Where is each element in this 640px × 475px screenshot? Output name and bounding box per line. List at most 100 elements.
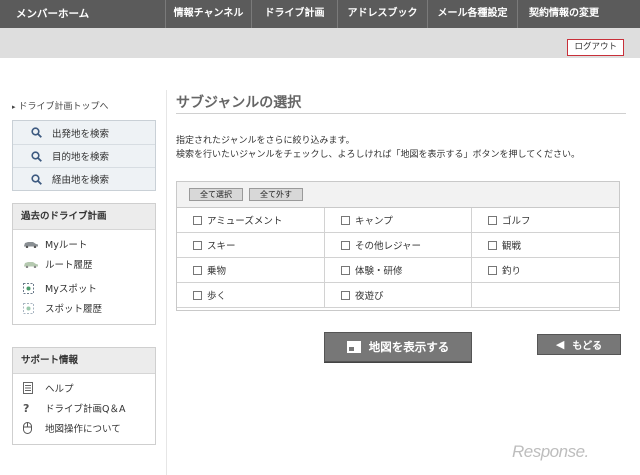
my-route-label: Myルート [45,240,88,251]
drive-plan-top-label: ドライブ計画トップへ [18,102,109,112]
map-operation-link[interactable]: 地図操作について [23,418,155,438]
document-icon [23,382,45,394]
my-route-link[interactable]: Myルート [23,234,155,254]
search-icon [31,173,42,185]
genre-option[interactable]: 観戦 [472,233,619,258]
genre-label: 体験・研修 [355,266,403,277]
checkbox[interactable] [488,265,497,275]
my-spot-link[interactable]: Myスポット [23,278,155,298]
genre-label: その他レジャー [355,241,422,252]
sub-bar: ログアウト [0,28,640,58]
route-history-link[interactable]: ルート履歴 [23,254,155,274]
arrow-right-icon: ▸ [12,103,16,111]
my-spot-label: Myスポット [45,284,97,295]
description: 指定されたジャンルをさらに絞り込みます。 検索を行いたいジャンルをチェックし、よ… [176,134,626,162]
spot-history-link[interactable]: スポット履歴 [23,298,155,318]
genre-grid: アミューズメント キャンプ ゴルフ スキー その他レジャー 観戦 乗物 体験・研… [177,208,619,308]
history-title: 過去のドライブ計画 [13,204,155,230]
map-operation-label: 地図操作について [45,424,121,435]
arrow-left-icon: ◀ [555,338,565,351]
genre-selection-box: 全て選択 全て外す アミューズメント キャンプ ゴルフ スキー その他レジャー … [176,181,620,311]
description-line-2: 検索を行いたいジャンルをチェックし、よろしければ「地図を表示する」ボタンを押して… [176,150,581,160]
map-icon [346,341,361,353]
genre-label: 夜遊び [355,291,384,302]
car-icon [23,240,45,248]
checkbox[interactable] [341,240,350,250]
car-icon [23,260,45,268]
checkbox[interactable] [488,240,497,250]
description-line-1: 指定されたジャンルをさらに絞り込みます。 [176,136,355,146]
search-departure-label: 出発地を検索 [52,128,110,140]
genre-label: スキー [207,241,236,252]
checkbox[interactable] [193,290,202,300]
show-map-label: 地図を表示する [368,340,450,354]
sidebar: ▸ ドライブ計画トップへ 出発地を検索 目的地を検索 経由地を検索 過去のドライブ… [12,98,156,445]
spot-icon [23,282,45,294]
spot-history-label: スポット履歴 [45,304,103,315]
nav-address-book[interactable]: アドレスブック [338,0,428,28]
genre-label: 乗物 [207,266,227,277]
genre-option[interactable]: 釣り [472,258,619,283]
checkbox[interactable] [193,265,202,275]
genre-label: 観戦 [502,241,522,252]
selection-toolbar: 全て選択 全て外す [177,182,619,208]
history-panel: 過去のドライブ計画 Myルート ルート履歴 Myスポット スポット履歴 [12,203,156,325]
spot-icon [23,302,45,314]
search-icon [31,127,42,138]
back-label: もどる [572,341,603,352]
mouse-icon [23,422,45,434]
genre-option[interactable]: その他レジャー [325,233,472,258]
genre-label: ゴルフ [502,216,531,227]
search-menu: 出発地を検索 目的地を検索 経由地を検索 [12,120,156,191]
deselect-all-button[interactable]: 全て外す [249,188,303,201]
question-icon: ? [23,401,30,415]
checkbox[interactable] [193,240,202,250]
search-destination[interactable]: 目的地を検索 [13,144,155,167]
genre-option[interactable]: キャンプ [325,208,472,233]
genre-option[interactable]: 歩く [177,283,325,308]
help-link[interactable]: ヘルプ [23,378,155,398]
search-waypoint-label: 経由地を検索 [52,175,110,186]
nav-info-channel[interactable]: 情報チャンネル [166,0,252,28]
search-departure[interactable]: 出発地を検索 [13,121,155,144]
top-nav: メンバーホーム 情報チャンネル ドライブ計画 アドレスブック メール各種設定 契… [0,0,640,28]
watermark-logo: Response. [512,442,589,461]
main-content: サブジャンルの選択 指定されたジャンルをさらに絞り込みます。 検索を行いたいジャ… [176,92,626,162]
genre-label: アミューズメント [207,216,283,227]
nav-member-home[interactable]: メンバーホーム [0,0,166,28]
faq-link[interactable]: ? ドライブ計画Q＆A [23,398,155,418]
genre-option[interactable]: ゴルフ [472,208,619,233]
nav-drive-plan[interactable]: ドライブ計画 [252,0,338,28]
support-panel: サポート情報 ヘルプ ? ドライブ計画Q＆A 地図操作について [12,347,156,445]
checkbox[interactable] [341,215,350,225]
genre-option[interactable]: 乗物 [177,258,325,283]
search-icon [31,150,42,162]
select-all-button[interactable]: 全て選択 [189,188,243,201]
back-button[interactable]: ◀ もどる [537,334,621,355]
help-label: ヘルプ [45,384,74,395]
genre-option[interactable]: アミューズメント [177,208,325,233]
support-title: サポート情報 [13,348,155,374]
checkbox[interactable] [341,265,350,275]
genre-label: 歩く [207,291,227,302]
nav-mail-settings[interactable]: メール各種設定 [428,0,518,28]
page-title: サブジャンルの選択 [176,92,626,114]
drive-plan-top-link[interactable]: ▸ ドライブ計画トップへ [12,98,156,120]
empty-cell [472,283,619,308]
checkbox[interactable] [193,215,202,225]
genre-option[interactable]: スキー [177,233,325,258]
route-history-label: ルート履歴 [45,260,93,271]
checkbox[interactable] [488,215,497,225]
genre-label: キャンプ [355,216,393,227]
faq-label: ドライブ計画Q＆A [45,404,126,415]
divider [166,90,167,475]
search-destination-label: 目的地を検索 [52,152,110,163]
genre-option[interactable]: 体験・研修 [325,258,472,283]
genre-label: 釣り [502,266,522,277]
genre-option[interactable]: 夜遊び [325,283,472,308]
show-map-button[interactable]: 地図を表示する [324,332,472,362]
logout-button[interactable]: ログアウト [567,39,624,56]
checkbox[interactable] [341,290,350,300]
search-waypoint[interactable]: 経由地を検索 [13,167,155,190]
nav-contract-change[interactable]: 契約情報の変更 [518,0,610,28]
